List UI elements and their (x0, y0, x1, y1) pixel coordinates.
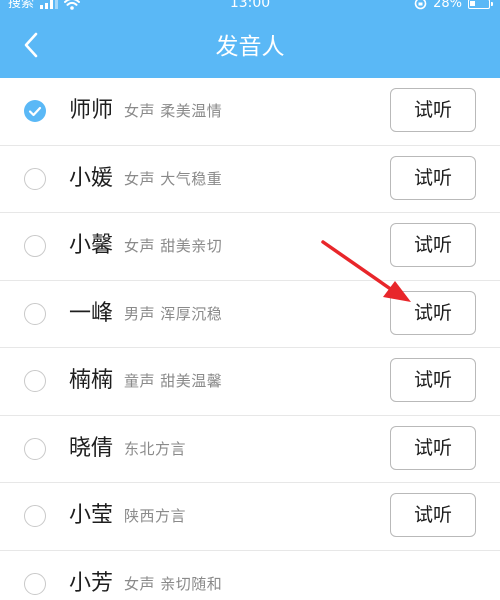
radio-unchecked-icon[interactable] (24, 505, 46, 527)
voice-description: 陕西方言 (124, 507, 187, 525)
voice-description: 女声 甜美亲切 (124, 237, 223, 255)
radio-unchecked-icon[interactable] (24, 437, 46, 460)
listen-button[interactable]: 试听 (390, 358, 476, 402)
voice-row[interactable]: 小媛 女声 大气稳重 试听 (0, 146, 500, 213)
radio-unchecked-icon[interactable] (24, 302, 46, 325)
voice-row[interactable]: 小莹 陕西方言 试听 (0, 483, 500, 551)
voice-row[interactable]: 楠楠 童声 甜美温馨 试听 (0, 348, 500, 416)
voice-row[interactable]: 小馨 女声 甜美亲切 试听 (0, 213, 500, 281)
voice-name: 小媛 (69, 165, 114, 191)
radio-checked-icon[interactable] (24, 100, 46, 122)
voice-description: 男声 浑厚沉稳 (124, 304, 223, 323)
listen-button[interactable]: 试听 (390, 493, 476, 537)
voice-name: 小莹 (69, 503, 114, 528)
listen-button[interactable]: 试听 (390, 425, 476, 470)
battery-percent: 28% (433, 0, 462, 11)
voice-name: 小芳 (69, 570, 114, 596)
listen-button[interactable]: 试听 (390, 88, 476, 132)
voice-selection-screen: 搜索 13:00 28% 发音人 师师 女声 柔美温情 试听 小媛 女声 大气稳… (0, 0, 500, 600)
battery-icon (468, 0, 493, 9)
voice-name: 小馨 (69, 233, 114, 258)
header-bar: 搜索 13:00 28% 发音人 (0, 0, 500, 78)
radio-unchecked-icon[interactable] (24, 572, 46, 595)
voice-name: 一峰 (69, 300, 114, 326)
voice-description: 东北方言 (124, 439, 187, 458)
voice-description: 女声 亲切随和 (124, 574, 223, 593)
voice-name: 师师 (69, 98, 114, 123)
voice-name: 楠楠 (69, 368, 114, 393)
status-bar: 搜索 13:00 28% (0, 0, 500, 16)
voice-row[interactable]: 一峰 男声 浑厚沉稳 试听 (0, 281, 500, 348)
status-right: 28% (414, 0, 493, 11)
radio-unchecked-icon[interactable] (24, 167, 46, 190)
listen-button[interactable]: 试听 (390, 223, 476, 267)
listen-button[interactable]: 试听 (390, 155, 476, 200)
radio-unchecked-icon[interactable] (24, 370, 46, 392)
radio-unchecked-icon[interactable] (24, 235, 46, 257)
voice-row[interactable]: 小芳 女声 亲切随和 (0, 551, 500, 600)
listen-button[interactable]: 试听 (390, 290, 476, 335)
page-title: 发音人 (215, 34, 285, 60)
voice-list: 师师 女声 柔美温情 试听 小媛 女声 大气稳重 试听 小馨 女声 甜美亲切 试听 一峰 男声 浑厚… (0, 78, 500, 600)
rotation-lock-icon (414, 0, 427, 10)
voice-description: 童声 甜美温馨 (124, 372, 223, 390)
voice-description: 女声 大气稳重 (124, 169, 223, 188)
voice-row[interactable]: 晓倩 东北方言 试听 (0, 416, 500, 483)
voice-description: 女声 柔美温情 (124, 102, 223, 120)
battery-level-fill (470, 0, 475, 6)
voice-row[interactable]: 师师 女声 柔美温情 试听 (0, 78, 500, 146)
voice-name: 晓倩 (69, 435, 114, 461)
